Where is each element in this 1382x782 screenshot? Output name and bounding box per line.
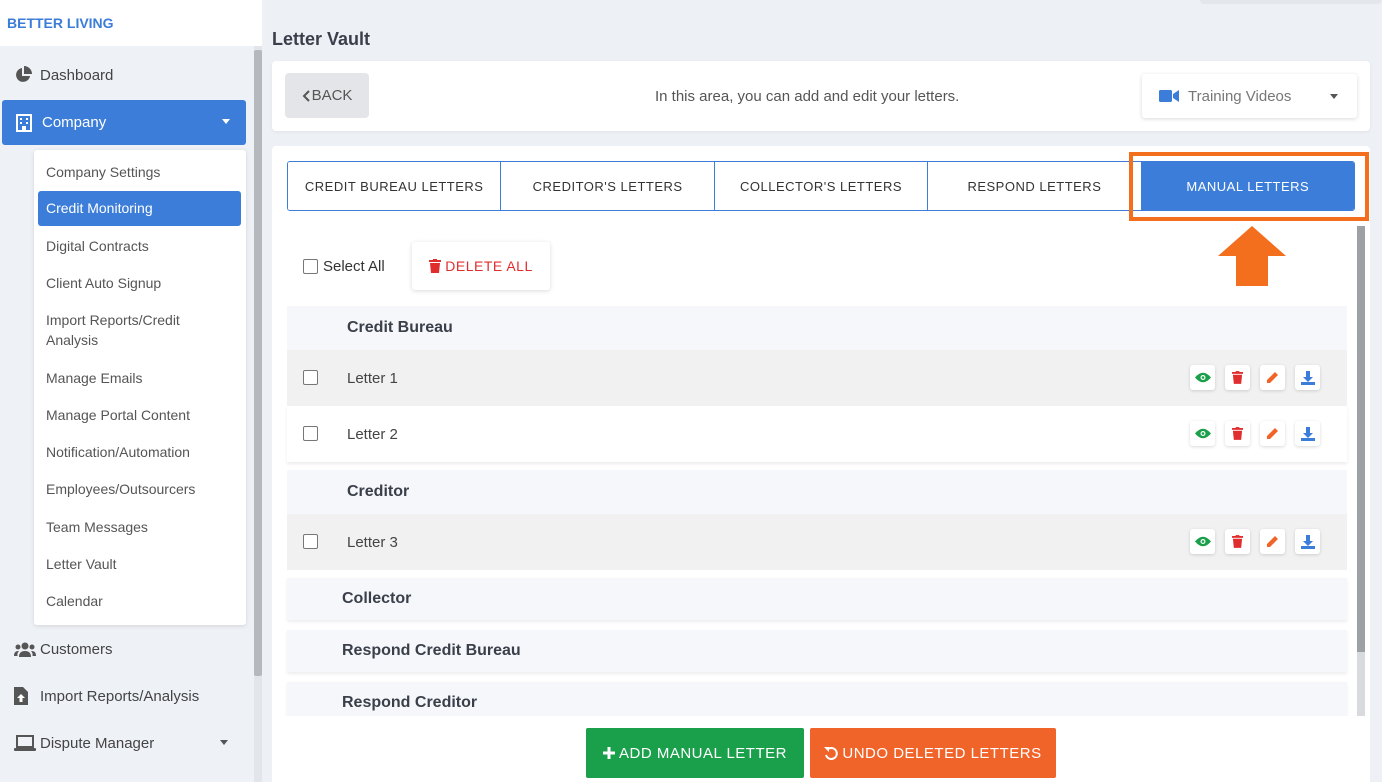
add-manual-letter-button[interactable]: ADD MANUAL LETTER — [586, 728, 804, 778]
submenu-item-team-messages[interactable]: Team Messages — [38, 517, 241, 537]
sidebar-item-label: Dispute Manager — [40, 734, 155, 752]
list-scrollbar-thumb[interactable] — [1357, 226, 1365, 716]
letter-row: Letter 3 — [287, 514, 1347, 570]
row-actions — [1190, 421, 1320, 446]
group-header-respond-credit-bureau[interactable]: Respond Credit Bureau — [287, 630, 1347, 672]
delete-icon[interactable] — [1225, 529, 1250, 554]
submenu-item-notification-automation[interactable]: Notification/Automation — [38, 442, 241, 462]
submenu-item-import-reports[interactable]: Import Reports/Credit Analysis — [38, 310, 218, 350]
chevron-left-icon — [302, 89, 310, 102]
download-icon[interactable] — [1295, 421, 1320, 446]
intro-text: In this area, you can add and edit your … — [655, 88, 960, 105]
arrow-up-icon — [1218, 226, 1286, 286]
trash-icon — [429, 259, 442, 273]
plus-icon — [603, 747, 615, 759]
back-label: BACK — [311, 87, 353, 104]
group-header-collector[interactable]: Collector — [287, 578, 1347, 620]
delete-icon[interactable] — [1225, 421, 1250, 446]
tab-creditors-letters[interactable]: CREDITOR'S LETTERS — [501, 162, 715, 210]
brand-logo[interactable]: BETTER LIVING — [0, 0, 262, 46]
view-icon[interactable] — [1190, 529, 1215, 554]
row-actions — [1190, 365, 1320, 390]
sidebar-item-import-reports[interactable]: Import Reports/Analysis — [4, 674, 244, 718]
select-all[interactable]: Select All — [303, 258, 385, 275]
letter-name: Letter 2 — [347, 425, 398, 443]
sidebar-item-label: Dashboard — [40, 66, 114, 84]
page-title: Letter Vault — [272, 29, 371, 49]
sidebar-item-label: Customers — [40, 640, 113, 658]
chevron-down-icon — [222, 119, 230, 124]
download-icon[interactable] — [1295, 529, 1320, 554]
submenu-item-digital-contracts[interactable]: Digital Contracts — [38, 236, 241, 256]
delete-icon[interactable] — [1225, 365, 1250, 390]
sidebar-item-label: Company — [42, 114, 107, 131]
letter-name: Letter 3 — [347, 533, 398, 551]
training-videos-dropdown[interactable]: Training Videos — [1142, 74, 1357, 118]
edit-icon[interactable] — [1260, 529, 1285, 554]
sidebar-scrollbar-thumb[interactable] — [254, 50, 262, 676]
users-icon — [14, 639, 40, 659]
undo-label: UNDO DELETED LETTERS — [842, 744, 1042, 762]
video-camera-icon — [1159, 90, 1179, 102]
view-icon[interactable] — [1190, 421, 1215, 446]
submenu-item-calendar[interactable]: Calendar — [38, 591, 241, 611]
view-icon[interactable] — [1190, 365, 1215, 390]
submenu-item-client-auto-signup[interactable]: Client Auto Signup — [38, 273, 241, 293]
submenu-item-employees-outsourcers[interactable]: Employees/Outsourcers — [38, 479, 241, 499]
back-button[interactable]: BACK — [285, 73, 369, 118]
row-checkbox[interactable] — [303, 426, 318, 441]
building-icon — [16, 113, 42, 133]
add-label: ADD MANUAL LETTER — [619, 744, 787, 762]
download-icon[interactable] — [1295, 365, 1320, 390]
edit-icon[interactable] — [1260, 365, 1285, 390]
row-actions — [1190, 529, 1320, 554]
letter-row: Letter 1 — [287, 350, 1347, 406]
pie-chart-icon — [14, 65, 40, 85]
submenu-item-letter-vault[interactable]: Letter Vault — [38, 554, 241, 574]
top-dropdown-shadow — [1200, 0, 1382, 4]
undo-deleted-letters-button[interactable]: UNDO DELETED LETTERS — [810, 728, 1056, 778]
submenu-item-credit-monitoring[interactable]: Credit Monitoring — [38, 191, 241, 226]
header-bar: BACK In this area, you can add and edit … — [272, 61, 1370, 131]
delete-all-label: DELETE ALL — [445, 258, 533, 274]
sidebar-item-company[interactable]: Company — [2, 100, 246, 145]
group-header-creditor: Creditor — [287, 470, 1347, 514]
row-checkbox[interactable] — [303, 370, 318, 385]
chevron-down-icon — [220, 740, 228, 745]
edit-icon[interactable] — [1260, 421, 1285, 446]
select-all-label: Select All — [323, 258, 385, 275]
sidebar-item-dispute-manager[interactable]: Dispute Manager — [4, 721, 244, 765]
laptop-icon — [14, 733, 40, 753]
sidebar-item-dashboard[interactable]: Dashboard — [4, 53, 244, 97]
select-all-checkbox[interactable] — [303, 259, 318, 274]
highlight-box — [1129, 152, 1369, 221]
tab-collectors-letters[interactable]: COLLECTOR'S LETTERS — [714, 162, 929, 210]
tab-respond-letters[interactable]: RESPOND LETTERS — [928, 162, 1142, 210]
tab-credit-bureau-letters[interactable]: CREDIT BUREAU LETTERS — [288, 162, 502, 210]
delete-all-button[interactable]: DELETE ALL — [412, 242, 550, 290]
row-checkbox[interactable] — [303, 534, 318, 549]
submenu-item-manage-portal-content[interactable]: Manage Portal Content — [38, 405, 241, 425]
submenu-item-company-settings[interactable]: Company Settings — [38, 162, 241, 182]
sidebar-item-label: Import Reports/Analysis — [40, 687, 200, 705]
file-upload-icon — [14, 686, 40, 706]
group-header-credit-bureau: Credit Bureau — [287, 306, 1347, 350]
training-label: Training Videos — [1188, 87, 1292, 105]
chevron-down-icon — [1330, 94, 1338, 99]
submenu-item-manage-emails[interactable]: Manage Emails — [38, 368, 241, 388]
sidebar-item-customers[interactable]: Customers — [4, 627, 244, 671]
sidebar: BETTER LIVING Dashboard Company Company … — [0, 0, 262, 782]
list-scrollbar-track[interactable] — [1357, 652, 1365, 716]
company-submenu: Company Settings Credit Monitoring Digit… — [34, 150, 246, 625]
letter-name: Letter 1 — [347, 369, 398, 387]
undo-icon — [824, 747, 839, 760]
letter-row: Letter 2 — [287, 406, 1347, 462]
